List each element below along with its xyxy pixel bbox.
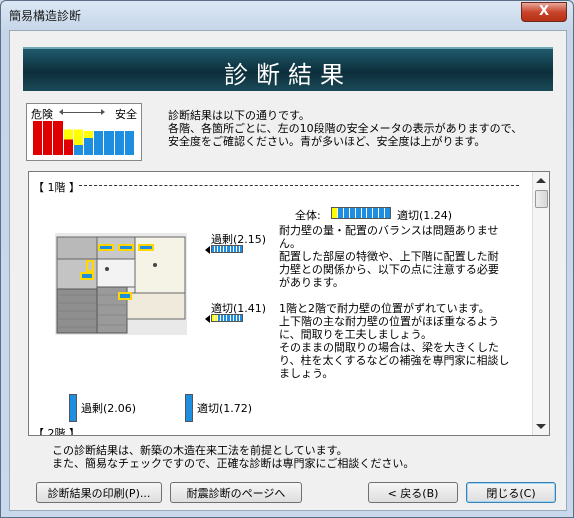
disclaimer-line: また、簡易なチェックですので、正確な診断は専門家にご相談ください。: [52, 457, 415, 470]
bottom-right-safety-meter: [185, 394, 193, 422]
advice-line: ん。: [279, 237, 301, 250]
bottom-left-safety-meter: [69, 394, 77, 422]
floor1-header: 【 1階 】: [33, 181, 80, 194]
meter-segment: [186, 418, 192, 421]
back-button[interactable]: < 戻る(B): [368, 482, 458, 503]
legend-safe-label: 安全: [115, 108, 137, 121]
pointer-icon: [205, 315, 210, 323]
advice-line: [279, 289, 531, 302]
bottom-right-rating: 適切(1.72): [197, 402, 253, 415]
scroll-up-icon[interactable]: [536, 178, 546, 183]
dialog-window: 簡易構造診断 X 診断結果 危険 安全 診断結果は以下の通りです。 各階、各箇所…: [0, 0, 574, 518]
floor2-header: 【 2階 】: [33, 427, 80, 436]
advice-line: 上下階の主な耐力壁の位置がほぼ重なるよう: [279, 315, 499, 328]
advice-line: 耐力壁の量・配置のバランスは問題ありませ: [279, 224, 499, 237]
meter-segment: [70, 418, 76, 421]
banner-title: 診断結果: [224, 61, 352, 89]
vertical-scrollbar[interactable]: [532, 172, 549, 435]
pointer-icon: [205, 246, 210, 254]
meter-segment: [239, 315, 242, 321]
window-title: 簡易構造診断: [9, 9, 82, 23]
advice-line: 力壁との関係から、以下の点に注意する必要: [279, 263, 499, 276]
overall-label: 全体:: [295, 209, 321, 222]
floor-plan-drawing: [55, 233, 187, 335]
divider: [79, 185, 519, 186]
meter-segment: [239, 246, 242, 252]
meter-segment: [385, 208, 391, 218]
dialog-body: 診断結果 危険 安全 診断結果は以下の通りです。 各階、各箇所ごとに、左の10段…: [9, 30, 567, 511]
advice-line: 配置した部屋の特徴や、上下階に配置した耐: [279, 250, 499, 263]
result-scroll-panel[interactable]: 【 1階 】 全体: 適切(1.24) 過剰(2.15) 適切(1.41) 耐力…: [28, 171, 550, 436]
title-bar[interactable]: 簡易構造診断 X: [1, 1, 573, 29]
seismic-page-button[interactable]: 耐震診断のページへ: [170, 482, 302, 503]
advice-line: 1階と2階で耐力壁の位置がずれています。: [279, 302, 490, 315]
mid-safety-meter: [211, 314, 243, 322]
close-button[interactable]: 閉じる(C): [466, 482, 556, 503]
advice-line: があります。: [279, 276, 344, 289]
floor-plan-image: [55, 233, 187, 335]
legend-danger-label: 危険: [31, 108, 53, 121]
advice-line: に、間取りを工夫しましょう。: [279, 328, 433, 341]
close-icon: X: [538, 4, 550, 19]
bottom-left-rating: 過剰(2.06): [81, 402, 137, 415]
advice-line: そのままの間取りの場合は、梁を大きくした: [279, 341, 499, 354]
description-line: 診断結果は以下の通りです。: [168, 109, 310, 122]
overall-safety-meter: [331, 207, 391, 219]
result-description: 診断結果は以下の通りです。 各階、各箇所ごとに、左の10段階の安全メータの表示が…: [168, 109, 558, 148]
legend-meter-scale: [33, 121, 135, 155]
disclaimer: この診断結果は、新築の木造在来工法を前提としています。 また、簡易なチェックです…: [52, 444, 414, 470]
description-line: 安全度をご確認ください。青が多いほど、安全度は上がります。: [168, 135, 486, 148]
overall-rating: 適切(1.24): [397, 209, 453, 222]
safety-meter-legend: 危険 安全: [26, 103, 142, 161]
disclaimer-line: この診断結果は、新築の木造在来工法を前提としています。: [52, 444, 348, 457]
close-window-button[interactable]: X: [521, 2, 567, 22]
result-banner: 診断結果: [23, 47, 553, 91]
print-results-button[interactable]: 診断結果の印刷(P)...: [36, 482, 162, 503]
advice-line: ましょう。: [279, 367, 334, 380]
scroll-thumb[interactable]: [535, 190, 548, 208]
top-safety-meter: [211, 245, 243, 253]
double-arrow-icon: [59, 109, 105, 115]
advice-line: り、柱を太くするなどの補強を専門家に相談し: [279, 354, 510, 367]
scroll-down-icon[interactable]: [536, 424, 546, 429]
description-line: 各階、各箇所ごとに、左の10段階の安全メータの表示がありますので、: [168, 122, 523, 135]
floor1-advice: 耐力壁の量・配置のバランスは問題ありませ ん。 配置した部屋の特徴や、上下階に配…: [279, 224, 531, 380]
